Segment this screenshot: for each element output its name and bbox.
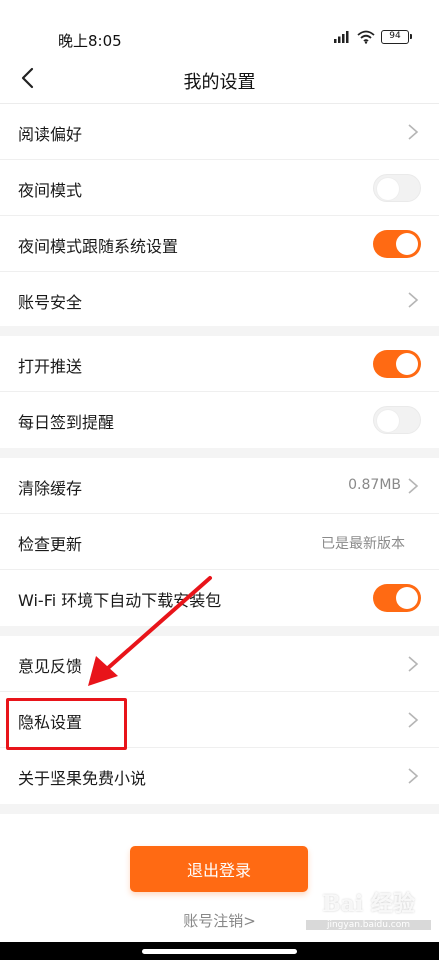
home-indicator <box>0 942 439 960</box>
annotation-highlight-box <box>6 698 127 750</box>
watermark-url: jingyan.baidu.com <box>306 920 431 930</box>
watermark-logo: Bai 经验 <box>322 891 415 917</box>
annotation-arrow <box>88 576 212 686</box>
home-bar[interactable] <box>142 949 297 954</box>
watermark: Bai 经验 jingyan.baidu.com <box>306 886 431 938</box>
